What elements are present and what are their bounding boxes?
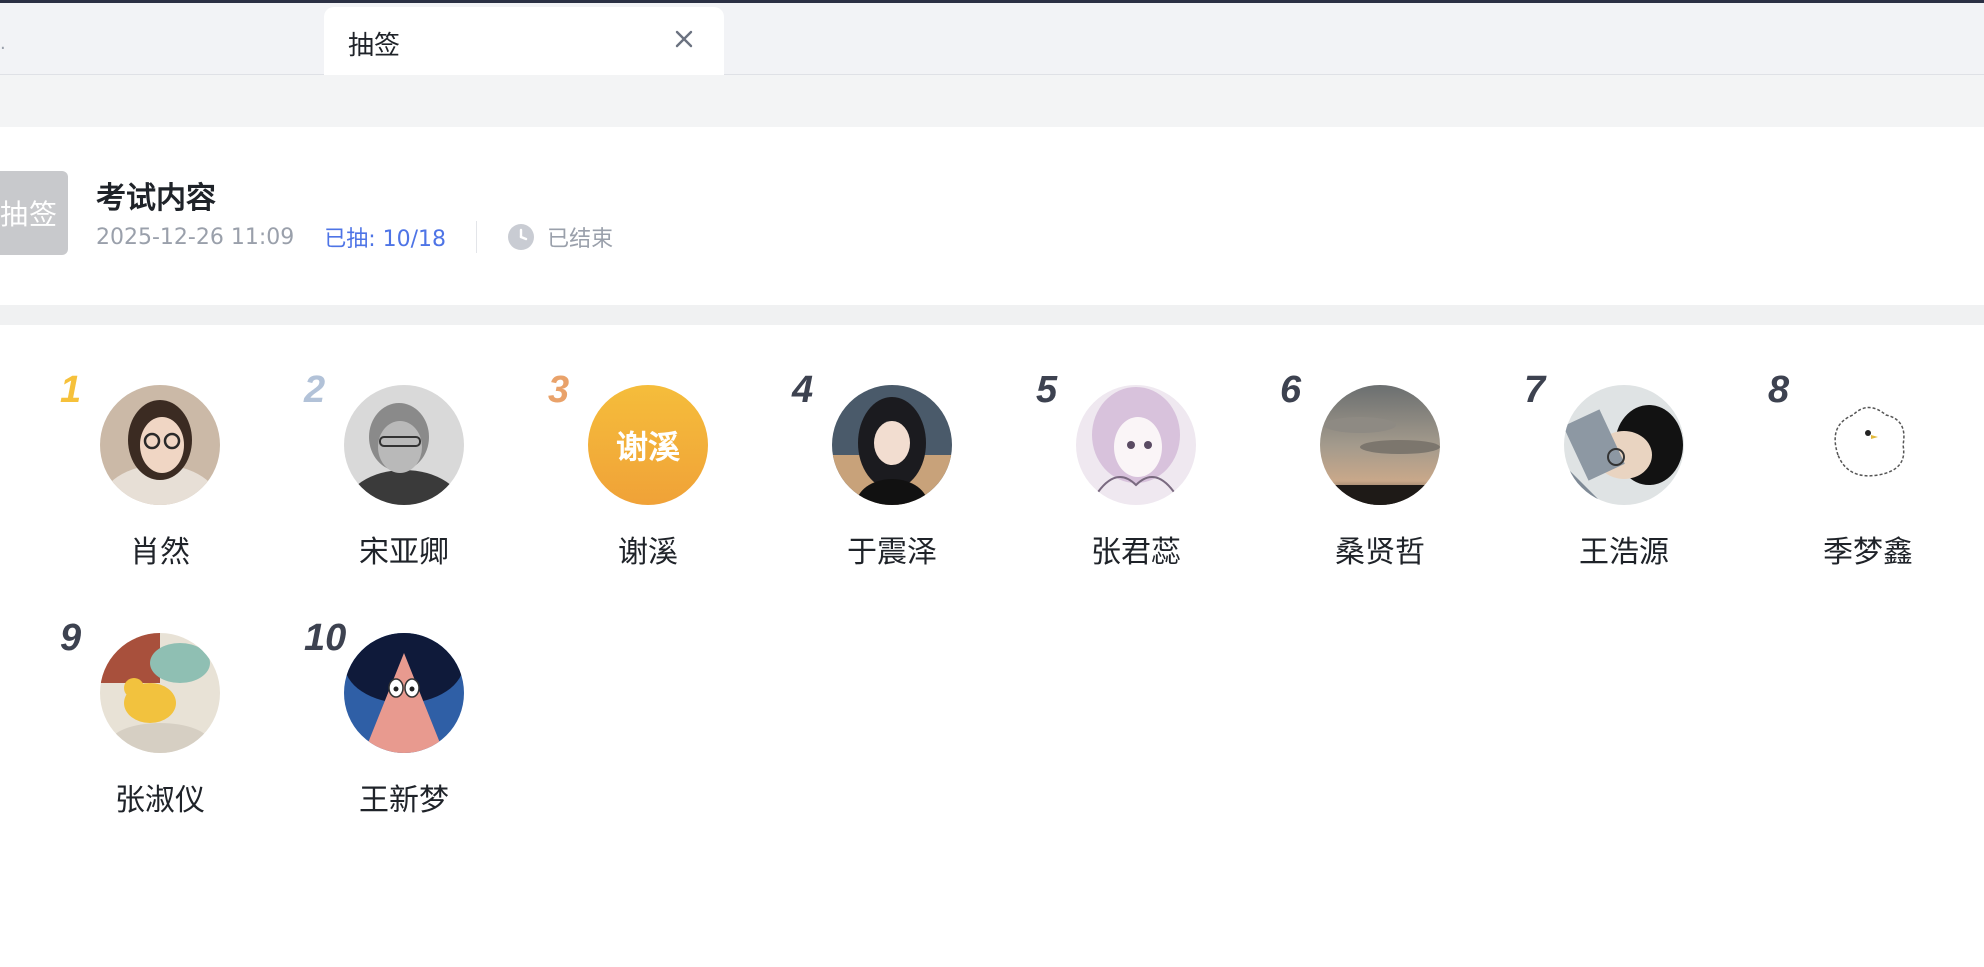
person-name: 季梦鑫 xyxy=(1823,535,1913,570)
avatar xyxy=(1320,385,1440,505)
tab-draw[interactable]: 抽签 xyxy=(324,7,724,75)
person-card[interactable]: 3 谢溪 谢溪 xyxy=(488,325,728,570)
avatar: 谢溪 xyxy=(588,385,708,505)
rank-number: 7 xyxy=(1524,369,1546,411)
avatar xyxy=(1076,385,1196,505)
avatar xyxy=(344,385,464,505)
avatar xyxy=(100,633,220,753)
tab-label: 抽签 xyxy=(348,31,401,61)
draw-info-card: 抽签 考试内容 2025-12-26 11:09 已抽: 10/18 已结束 xyxy=(0,127,1984,305)
person-name: 王新梦 xyxy=(359,783,449,818)
rank-number: 1 xyxy=(60,369,82,411)
rank-number: 2 xyxy=(304,369,326,411)
draw-badge: 抽签 xyxy=(0,171,68,255)
previous-tab-edge[interactable]: . xyxy=(0,33,6,54)
person-card[interactable]: 6 桑贤哲 xyxy=(1220,325,1460,570)
clock-icon xyxy=(508,224,535,250)
page-title: 考试内容 xyxy=(96,181,216,216)
tab-bar: . 抽签 xyxy=(0,3,1984,75)
person-card[interactable]: 9 张淑仪 xyxy=(0,573,240,818)
person-card[interactable]: 8 季梦鑫 xyxy=(1708,325,1948,570)
person-card[interactable]: 4 于震泽 xyxy=(732,325,972,570)
person-card[interactable]: 2 宋亚卿 xyxy=(244,325,484,570)
rank-number: 9 xyxy=(60,617,82,659)
avatar xyxy=(832,385,952,505)
rank-number: 10 xyxy=(304,617,347,659)
rank-number: 3 xyxy=(548,369,570,411)
content-top-band xyxy=(0,75,1984,127)
person-card[interactable]: 5 张君蕊 xyxy=(976,325,1216,570)
person-card[interactable]: 10 王新梦 xyxy=(244,573,484,818)
rank-number: 6 xyxy=(1280,369,1302,411)
avatar xyxy=(1808,385,1928,505)
close-icon[interactable] xyxy=(670,25,698,53)
person-card[interactable]: 1 肖然 xyxy=(0,325,240,570)
meta-divider xyxy=(476,221,478,253)
avatar xyxy=(100,385,220,505)
avatar xyxy=(1564,385,1684,505)
rank-number: 4 xyxy=(792,369,814,411)
avatar xyxy=(344,633,464,753)
draw-datetime: 2025-12-26 11:09 xyxy=(96,224,295,250)
rank-number: 8 xyxy=(1768,369,1790,411)
rank-number: 5 xyxy=(1036,369,1058,411)
draw-meta: 2025-12-26 11:09 已抽: 10/18 已结束 xyxy=(96,219,613,255)
draw-status: 已结束 xyxy=(547,227,614,252)
avatar-initials: 谢溪 xyxy=(615,428,680,466)
drawn-count: 已抽: 10/18 xyxy=(324,227,447,252)
section-divider xyxy=(0,305,1984,325)
person-card[interactable]: 7 王浩源 xyxy=(1464,325,1704,570)
